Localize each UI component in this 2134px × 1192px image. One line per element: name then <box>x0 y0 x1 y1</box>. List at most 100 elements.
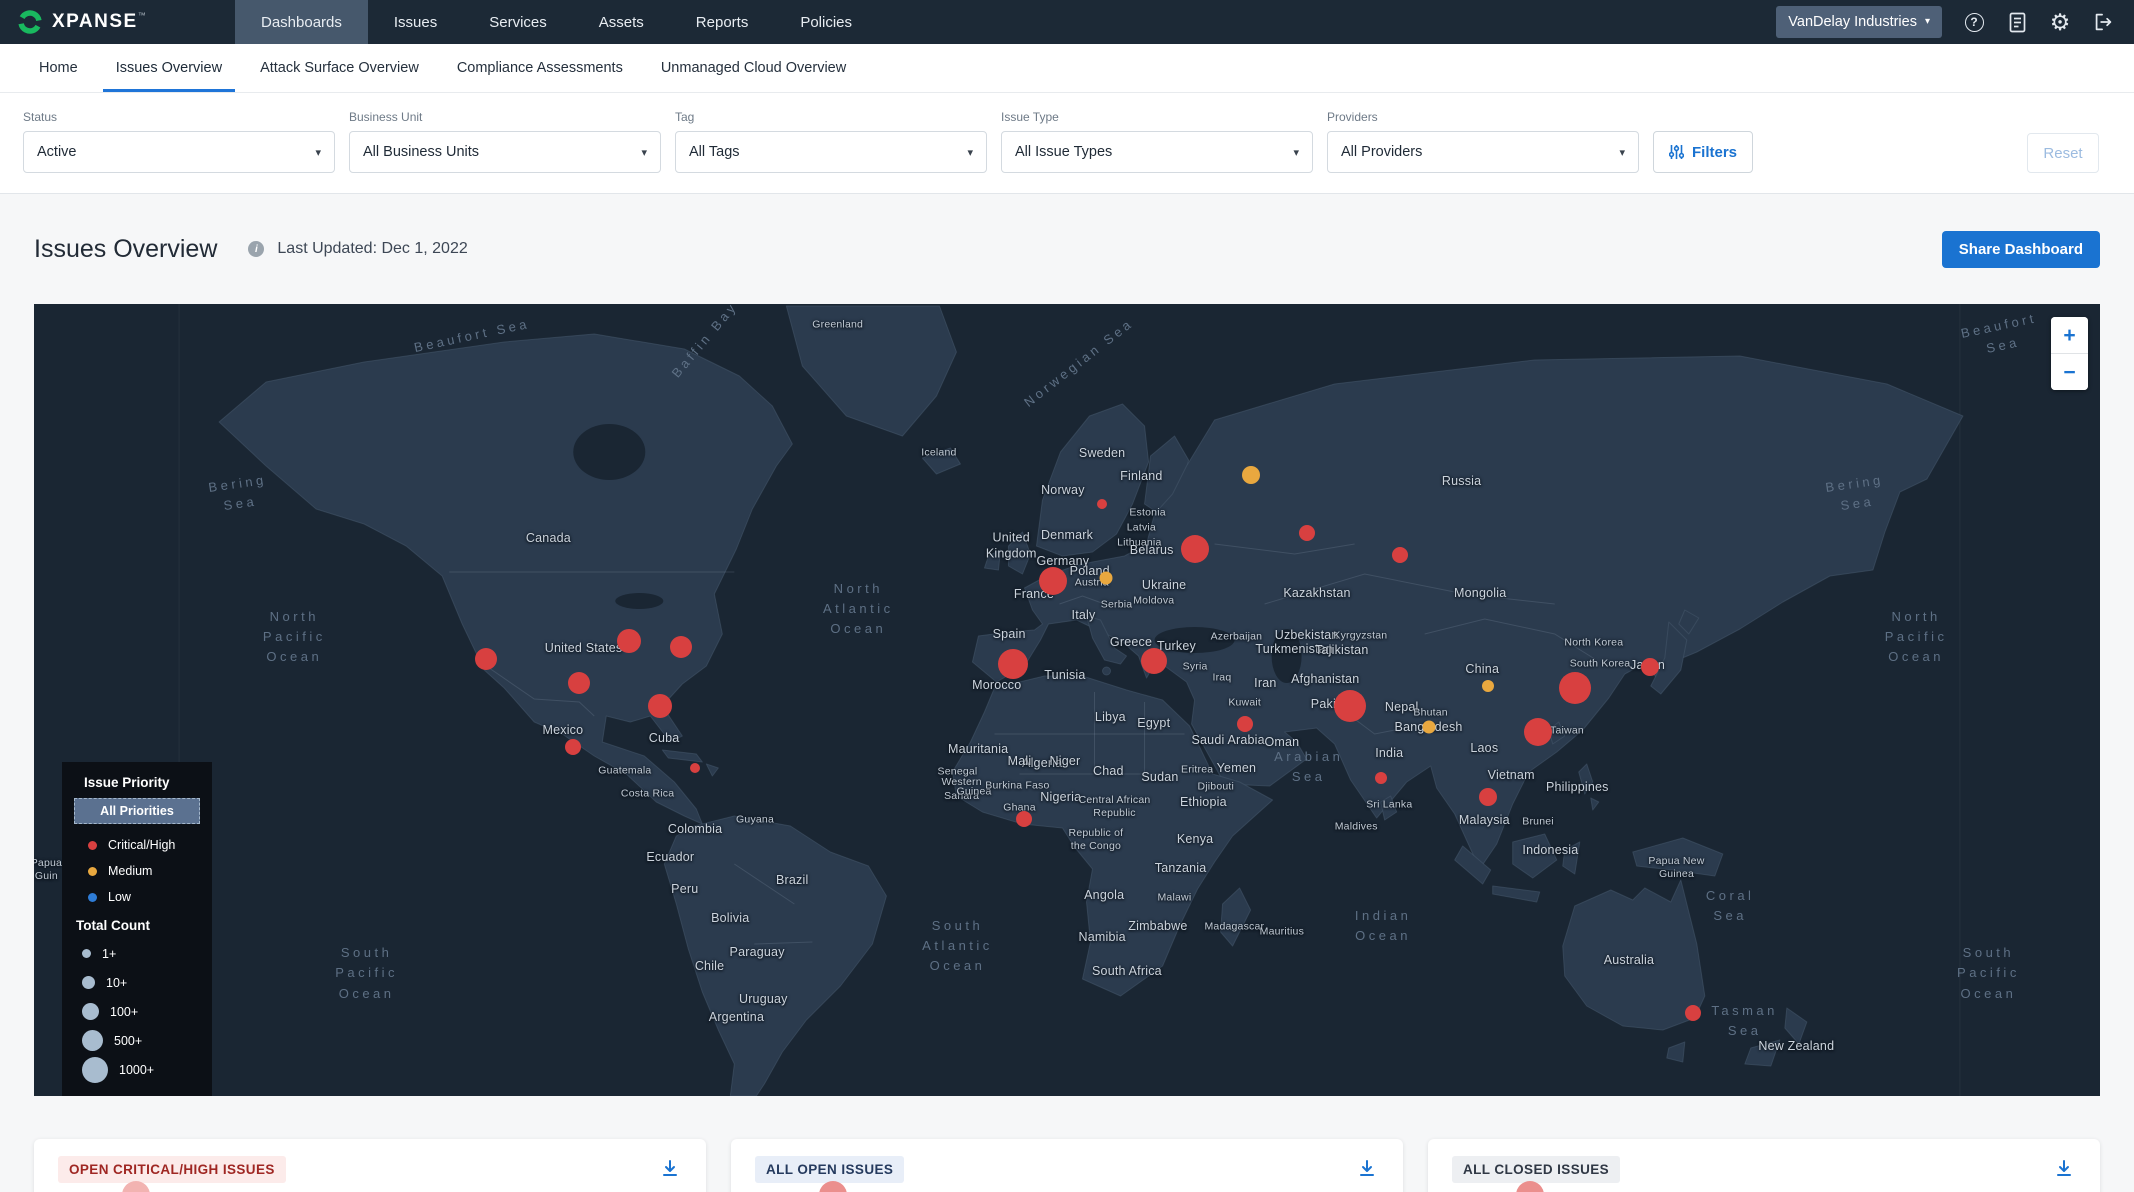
issue-location-dot[interactable] <box>1141 648 1167 674</box>
zoom-out-button[interactable]: − <box>2051 354 2088 390</box>
issue-location-dot[interactable] <box>1016 811 1032 827</box>
nav-dashboards[interactable]: Dashboards <box>235 0 368 44</box>
chevron-down-icon: ▾ <box>1619 146 1625 159</box>
issue-location-dot[interactable] <box>1334 690 1366 722</box>
issue-location-dot[interactable] <box>648 694 672 718</box>
chevron-down-icon: ▾ <box>1293 146 1299 159</box>
nav-assets[interactable]: Assets <box>573 0 670 44</box>
issue-location-dot[interactable] <box>1479 788 1497 806</box>
issue-location-dot[interactable] <box>568 672 590 694</box>
issue-location-dot[interactable] <box>1181 535 1209 563</box>
count-circle-icon <box>82 976 95 989</box>
providers-dropdown[interactable]: All Providers ▾ <box>1327 131 1639 173</box>
download-icon[interactable] <box>2052 1156 2076 1183</box>
legend-all-priorities[interactable]: All Priorities <box>74 798 200 824</box>
legend-count-100: 100+ <box>74 997 200 1026</box>
download-icon[interactable] <box>1355 1156 1379 1183</box>
issue-location-dot[interactable] <box>1097 499 1107 509</box>
settings-gear-icon[interactable]: ⚙ <box>2049 11 2071 33</box>
world-map-landmasses <box>34 304 2100 1096</box>
reset-button[interactable]: Reset <box>2027 133 2099 173</box>
issue-location-dot[interactable] <box>998 649 1028 679</box>
filter-label: Status <box>23 110 335 124</box>
last-updated-text: Last Updated: Dec 1, 2022 <box>277 240 467 258</box>
release-notes-icon[interactable] <box>2006 11 2028 33</box>
issue-location-dot[interactable] <box>565 739 581 755</box>
count-circle-icon <box>82 1003 99 1020</box>
issue-location-dot[interactable] <box>1299 525 1315 541</box>
tag-dropdown[interactable]: All Tags ▾ <box>675 131 987 173</box>
issue-location-dot[interactable] <box>1482 680 1494 692</box>
xpanse-logo-icon <box>17 9 43 35</box>
legend-count-1000: 1000+ <box>74 1055 200 1084</box>
nav-policies[interactable]: Policies <box>774 0 878 44</box>
filter-label: Issue Type <box>1001 110 1313 124</box>
issue-location-dot[interactable] <box>617 629 641 653</box>
business-unit-dropdown[interactable]: All Business Units ▾ <box>349 131 661 173</box>
chevron-down-icon: ▾ <box>967 146 973 159</box>
info-icon: i <box>248 241 264 257</box>
issue-location-dot[interactable] <box>670 636 692 658</box>
count-circle-icon <box>82 1030 103 1051</box>
zoom-in-button[interactable]: + <box>2051 317 2088 353</box>
nav-services[interactable]: Services <box>463 0 573 44</box>
issue-location-dot[interactable] <box>1559 672 1591 704</box>
chevron-down-icon: ▾ <box>315 146 321 159</box>
chevron-down-icon: ▾ <box>641 146 647 159</box>
issue-location-dot[interactable] <box>1685 1005 1701 1021</box>
legend-count-10: 10+ <box>74 968 200 997</box>
nav-reports[interactable]: Reports <box>670 0 775 44</box>
share-dashboard-button[interactable]: Share Dashboard <box>1942 231 2100 268</box>
download-icon[interactable] <box>658 1156 682 1183</box>
account-selector[interactable]: VanDelay Industries ▾ <box>1776 6 1942 38</box>
issue-location-dot[interactable] <box>1039 567 1067 595</box>
primary-nav: Dashboards Issues Services Assets Report… <box>235 0 878 44</box>
card-open-critical-high-issues: OPEN CRITICAL/HIGH ISSUES <box>34 1139 706 1192</box>
issue-location-dot[interactable] <box>1422 720 1435 733</box>
tab-issues-overview[interactable]: Issues Overview <box>97 44 241 92</box>
tab-home[interactable]: Home <box>20 44 97 92</box>
chevron-down-icon: ▾ <box>1925 17 1930 27</box>
legend-total-count-title: Total Count <box>76 918 200 933</box>
filter-label: Business Unit <box>349 110 661 124</box>
logout-icon[interactable] <box>2092 11 2114 33</box>
legend-critical-high[interactable]: Critical/High <box>74 832 200 858</box>
issue-location-dot[interactable] <box>1242 466 1260 484</box>
issue-location-dot[interactable] <box>1524 718 1552 746</box>
issue-location-dot[interactable] <box>475 648 497 670</box>
legend-count-500: 500+ <box>74 1026 200 1055</box>
account-label: VanDelay Industries <box>1788 14 1917 30</box>
card-title-badge: OPEN CRITICAL/HIGH ISSUES <box>58 1156 286 1183</box>
count-circle-icon <box>82 1057 108 1083</box>
filter-status: Status Active ▾ <box>23 110 335 173</box>
filter-tag: Tag All Tags ▾ <box>675 110 987 173</box>
count-circle-icon <box>82 949 91 958</box>
issue-location-dot[interactable] <box>1375 772 1387 784</box>
filter-label: Providers <box>1327 110 1639 124</box>
legend-low[interactable]: Low <box>74 884 200 910</box>
critical-dot-icon <box>88 841 97 850</box>
tab-compliance-assessments[interactable]: Compliance Assessments <box>438 44 642 92</box>
page-title: Issues Overview <box>34 235 217 264</box>
tab-unmanaged-cloud-overview[interactable]: Unmanaged Cloud Overview <box>642 44 865 92</box>
tab-attack-surface-overview[interactable]: Attack Surface Overview <box>241 44 438 92</box>
filter-providers: Providers All Providers ▾ <box>1327 110 1639 173</box>
nav-issues[interactable]: Issues <box>368 0 463 44</box>
page-header: Issues Overview i Last Updated: Dec 1, 2… <box>34 194 2100 304</box>
status-dropdown[interactable]: Active ▾ <box>23 131 335 173</box>
filter-label: Tag <box>675 110 987 124</box>
issue-location-dot[interactable] <box>1237 716 1253 732</box>
medium-dot-icon <box>88 867 97 876</box>
sliders-icon <box>1669 144 1684 160</box>
issue-location-dot[interactable] <box>690 763 700 773</box>
issue-type-dropdown[interactable]: All Issue Types ▾ <box>1001 131 1313 173</box>
issue-location-dot[interactable] <box>1641 658 1659 676</box>
legend-count-1: 1+ <box>74 939 200 968</box>
issue-location-dot[interactable] <box>1392 547 1408 563</box>
map-legend: Issue Priority All Priorities Critical/H… <box>62 762 212 1096</box>
world-map[interactable]: Bering SeaNorth Pacific OceanSouth Pacif… <box>34 304 2100 1096</box>
help-icon[interactable]: ? <box>1963 11 1985 33</box>
filters-button[interactable]: Filters <box>1653 131 1753 173</box>
issue-location-dot[interactable] <box>1100 572 1113 585</box>
legend-medium[interactable]: Medium <box>74 858 200 884</box>
